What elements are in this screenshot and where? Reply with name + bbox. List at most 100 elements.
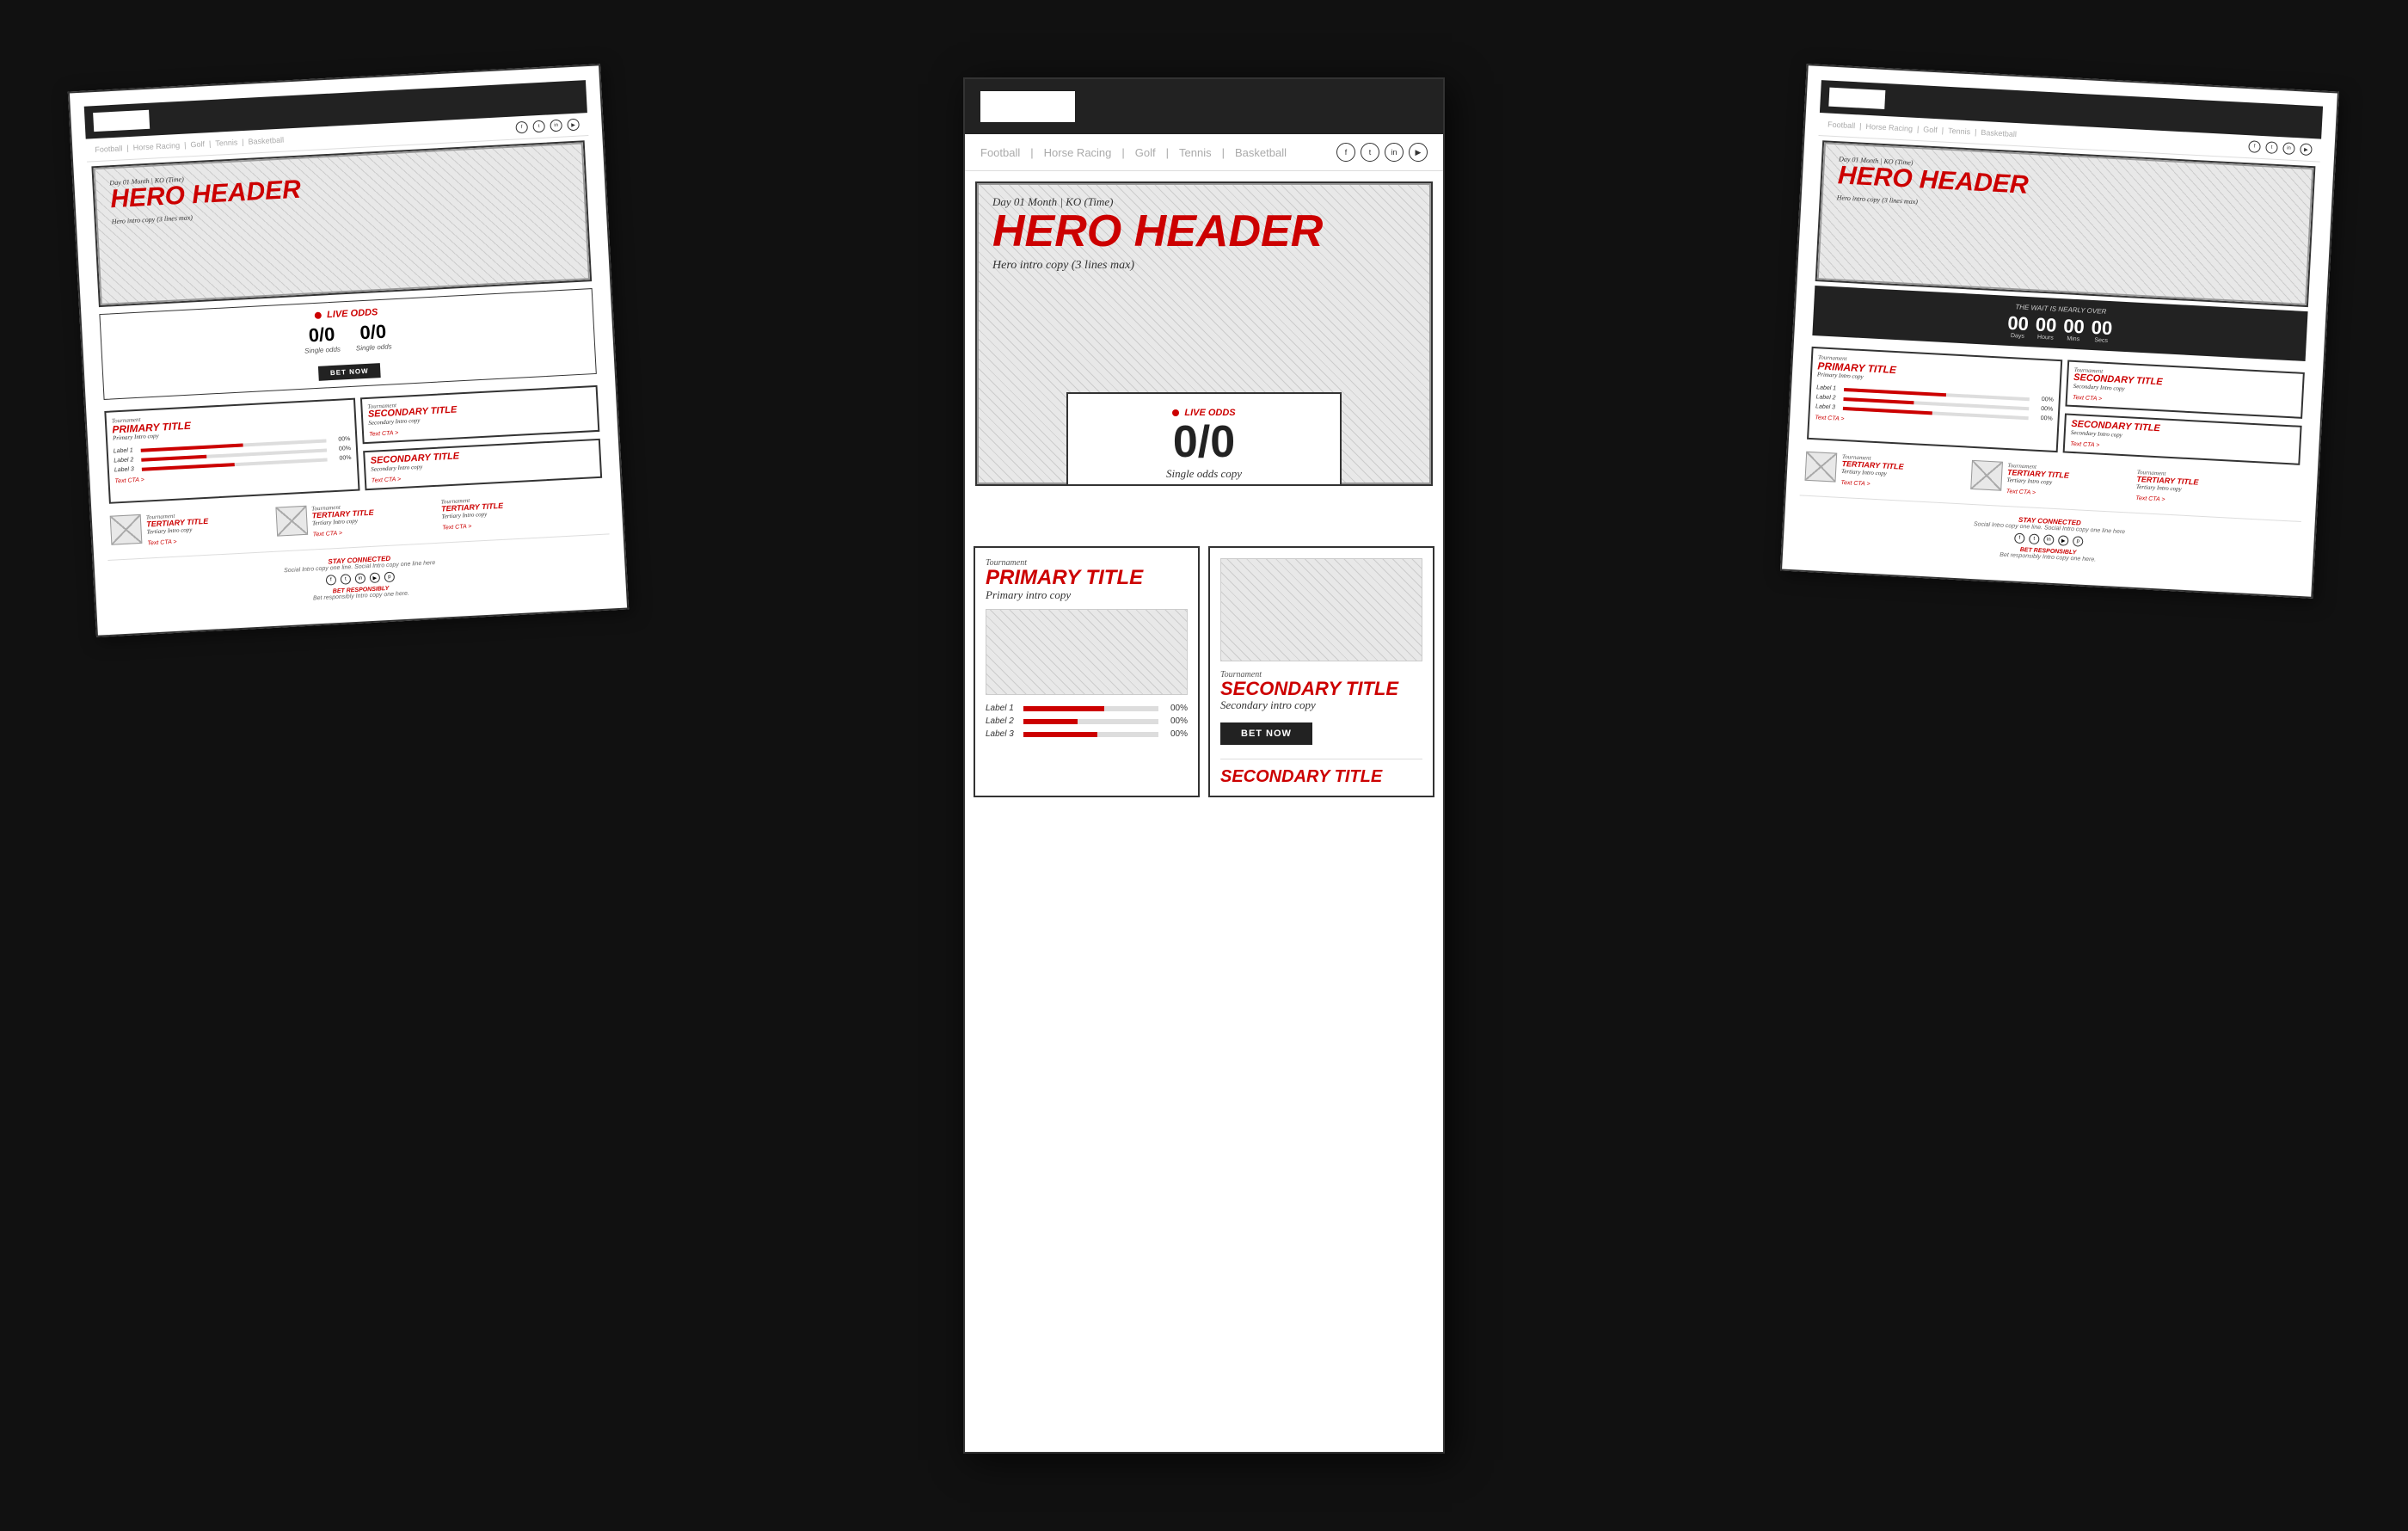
left-tert-img-2: [275, 506, 308, 537]
center-nav: Football | Horse Racing | Golf | Tennis …: [965, 134, 1443, 171]
right-nav-football[interactable]: Football: [1828, 120, 1856, 131]
center-prog-fill-1: [1023, 706, 1104, 711]
right-tert-3: Tournament TERTIARY TITLE Tertiary Intro…: [2135, 469, 2299, 510]
center-in-icon[interactable]: in: [1385, 143, 1404, 162]
left-prog-label-2: Label 2: [114, 457, 136, 464]
left-bet-button[interactable]: BET NOW: [318, 363, 382, 381]
nav-basketball[interactable]: Basketball: [248, 136, 284, 146]
right-tert-1: Tournament TERTIARY TITLE Tertiary Intro…: [1804, 452, 1968, 493]
left-sec-card-2: SECONDARY TITLE Secondary Intro copy Tex…: [363, 439, 602, 490]
right-footer-fb-icon[interactable]: f: [2014, 533, 2025, 544]
left-prog-pct-3: 00%: [332, 455, 351, 462]
center-nav-football[interactable]: Football: [980, 146, 1020, 159]
countdown-days-num: 00: [2007, 314, 2030, 334]
countdown-hours-label: Hours: [2035, 335, 2056, 341]
right-prog-label-1: Label 1: [1816, 384, 1839, 391]
right-yt-icon[interactable]: ▶: [2300, 143, 2313, 156]
center-hero-content: Day 01 Month | KO (Time) HERO HEADER Her…: [992, 195, 1416, 273]
footer-yt-icon[interactable]: ▶: [370, 572, 381, 583]
countdown-secs-num: 00: [2091, 318, 2113, 338]
center-secondary-card: Tournament SECONDARY TITLE Secondary int…: [1208, 546, 1434, 797]
left-social-icons: f t in ▶: [515, 119, 580, 134]
center-odds-number: 0/0: [1085, 418, 1323, 467]
right-nav-tennis[interactable]: Tennis: [1948, 126, 1971, 136]
left-tert-2: Tournament TERTIARY TITLE Tertiary Intro…: [275, 499, 439, 540]
left-tert-cta-3[interactable]: Text CTA >: [442, 522, 504, 532]
center-primary-intro: Primary intro copy: [986, 588, 1188, 602]
right-prog-pct-3: 00%: [2033, 415, 2052, 422]
left-tert-cta-2[interactable]: Text CTA >: [313, 529, 375, 538]
left-tert-img-1: [110, 514, 143, 545]
right-tert-img-1: [1805, 452, 1838, 483]
youtube-icon[interactable]: ▶: [567, 119, 580, 132]
right-footer-yt-icon[interactable]: ▶: [2058, 535, 2069, 546]
right-tert-cta-2[interactable]: Text CTA >: [2006, 489, 2068, 498]
center-nav-sep2: |: [1121, 146, 1124, 159]
left-prog-pct-1: 00%: [331, 436, 350, 443]
center-nav-tennis[interactable]: Tennis: [1179, 146, 1212, 159]
footer-fb-icon[interactable]: f: [326, 575, 337, 586]
right-fb-icon[interactable]: f: [2248, 140, 2261, 153]
right-sec-card-2: SECONDARY TITLE Secondary Intro copy Tex…: [2063, 413, 2302, 464]
right-footer-in-icon[interactable]: in: [2043, 534, 2055, 545]
twitter-icon[interactable]: t: [532, 120, 545, 133]
left-tert-cta-1[interactable]: Text CTA >: [147, 538, 209, 547]
right-nav-sep3: |: [1942, 126, 1944, 135]
right-in-icon[interactable]: in: [2282, 142, 2295, 155]
right-prog-fill-3: [1843, 406, 1932, 414]
right-tw-icon[interactable]: t: [2265, 141, 2278, 154]
center-sec-intro: Secondary intro copy: [1220, 698, 1422, 712]
center-nav-basketball[interactable]: Basketball: [1235, 146, 1287, 159]
odds-num-1: 0/0: [304, 323, 341, 347]
right-prog-label-3: Label 3: [1815, 403, 1838, 410]
left-tert-text-2: Tournament TERTIARY TITLE Tertiary Intro…: [311, 502, 375, 538]
right-footer-tw-icon[interactable]: t: [2029, 533, 2040, 544]
center-sec-bet-button[interactable]: BET NOW: [1220, 722, 1312, 745]
right-prog-label-2: Label 2: [1815, 394, 1838, 401]
left-prog-fill-2: [141, 454, 206, 461]
center-yt-icon[interactable]: ▶: [1409, 143, 1428, 162]
nav-tennis[interactable]: Tennis: [215, 138, 238, 147]
right-tert-img-2: [1970, 460, 2003, 491]
center-tw-icon[interactable]: t: [1361, 143, 1379, 162]
center-fb-icon[interactable]: f: [1336, 143, 1355, 162]
center-primary-card: Tournament PRIMARY TITLE Primary intro c…: [974, 546, 1200, 797]
right-nav-horse[interactable]: Horse Racing: [1865, 122, 1913, 133]
center-secondary-image: [1220, 558, 1422, 661]
center-nav-golf[interactable]: Golf: [1135, 146, 1156, 159]
right-social-icons: f t in ▶: [2248, 140, 2313, 156]
center-nav-horse[interactable]: Horse Racing: [1044, 146, 1112, 159]
right-footer-pin-icon[interactable]: p: [2073, 536, 2084, 547]
right-tert-2: Tournament TERTIARY TITLE Tertiary Intro…: [1970, 460, 2134, 501]
right-tert-cta-3[interactable]: Text CTA >: [2135, 495, 2197, 505]
center-prog-label-1: Label 1: [986, 704, 1018, 713]
instagram-icon[interactable]: in: [550, 120, 562, 132]
footer-in-icon[interactable]: in: [355, 573, 366, 584]
center-nav-sep4: |: [1222, 146, 1225, 159]
left-prog-label-3: Label 3: [114, 466, 137, 473]
right-logo: [1828, 88, 1885, 109]
right-nav-golf[interactable]: Golf: [1923, 125, 1938, 134]
right-sec-card-1: Tournament SECONDARY TITLE Secondary Int…: [2065, 360, 2304, 419]
center-header: [965, 79, 1443, 134]
right-nav-sep4: |: [1975, 128, 1977, 137]
center-sec-title: SECONDARY TITLE: [1220, 679, 1422, 698]
center-social-icons: f t in ▶: [1336, 143, 1428, 162]
right-prog-pct-1: 00%: [2035, 397, 2054, 403]
right-tert-cta-1[interactable]: Text CTA >: [1840, 480, 1902, 489]
nav-horse[interactable]: Horse Racing: [132, 141, 180, 152]
countdown-secs: 00 Secs: [2091, 318, 2113, 344]
footer-pin-icon[interactable]: p: [384, 572, 396, 583]
right-nav-sep1: |: [1859, 121, 1862, 130]
center-prog-label-2: Label 2: [986, 716, 1018, 726]
nav-golf[interactable]: Golf: [190, 139, 205, 149]
right-nav-basketball[interactable]: Basketball: [1981, 128, 2017, 138]
odds-num-2: 0/0: [354, 320, 391, 344]
left-odds-box: LIVE ODDS 0/0 Single odds 0/0 Single odd…: [99, 288, 596, 400]
countdown-mins: 00 Mins: [2062, 317, 2085, 342]
center-prog-fill-3: [1023, 732, 1097, 737]
nav-football[interactable]: Football: [95, 144, 123, 154]
footer-tw-icon[interactable]: t: [341, 574, 352, 585]
facebook-icon[interactable]: f: [515, 121, 528, 134]
center-hero-section: Day 01 Month | KO (Time) HERO HEADER Her…: [975, 181, 1433, 486]
